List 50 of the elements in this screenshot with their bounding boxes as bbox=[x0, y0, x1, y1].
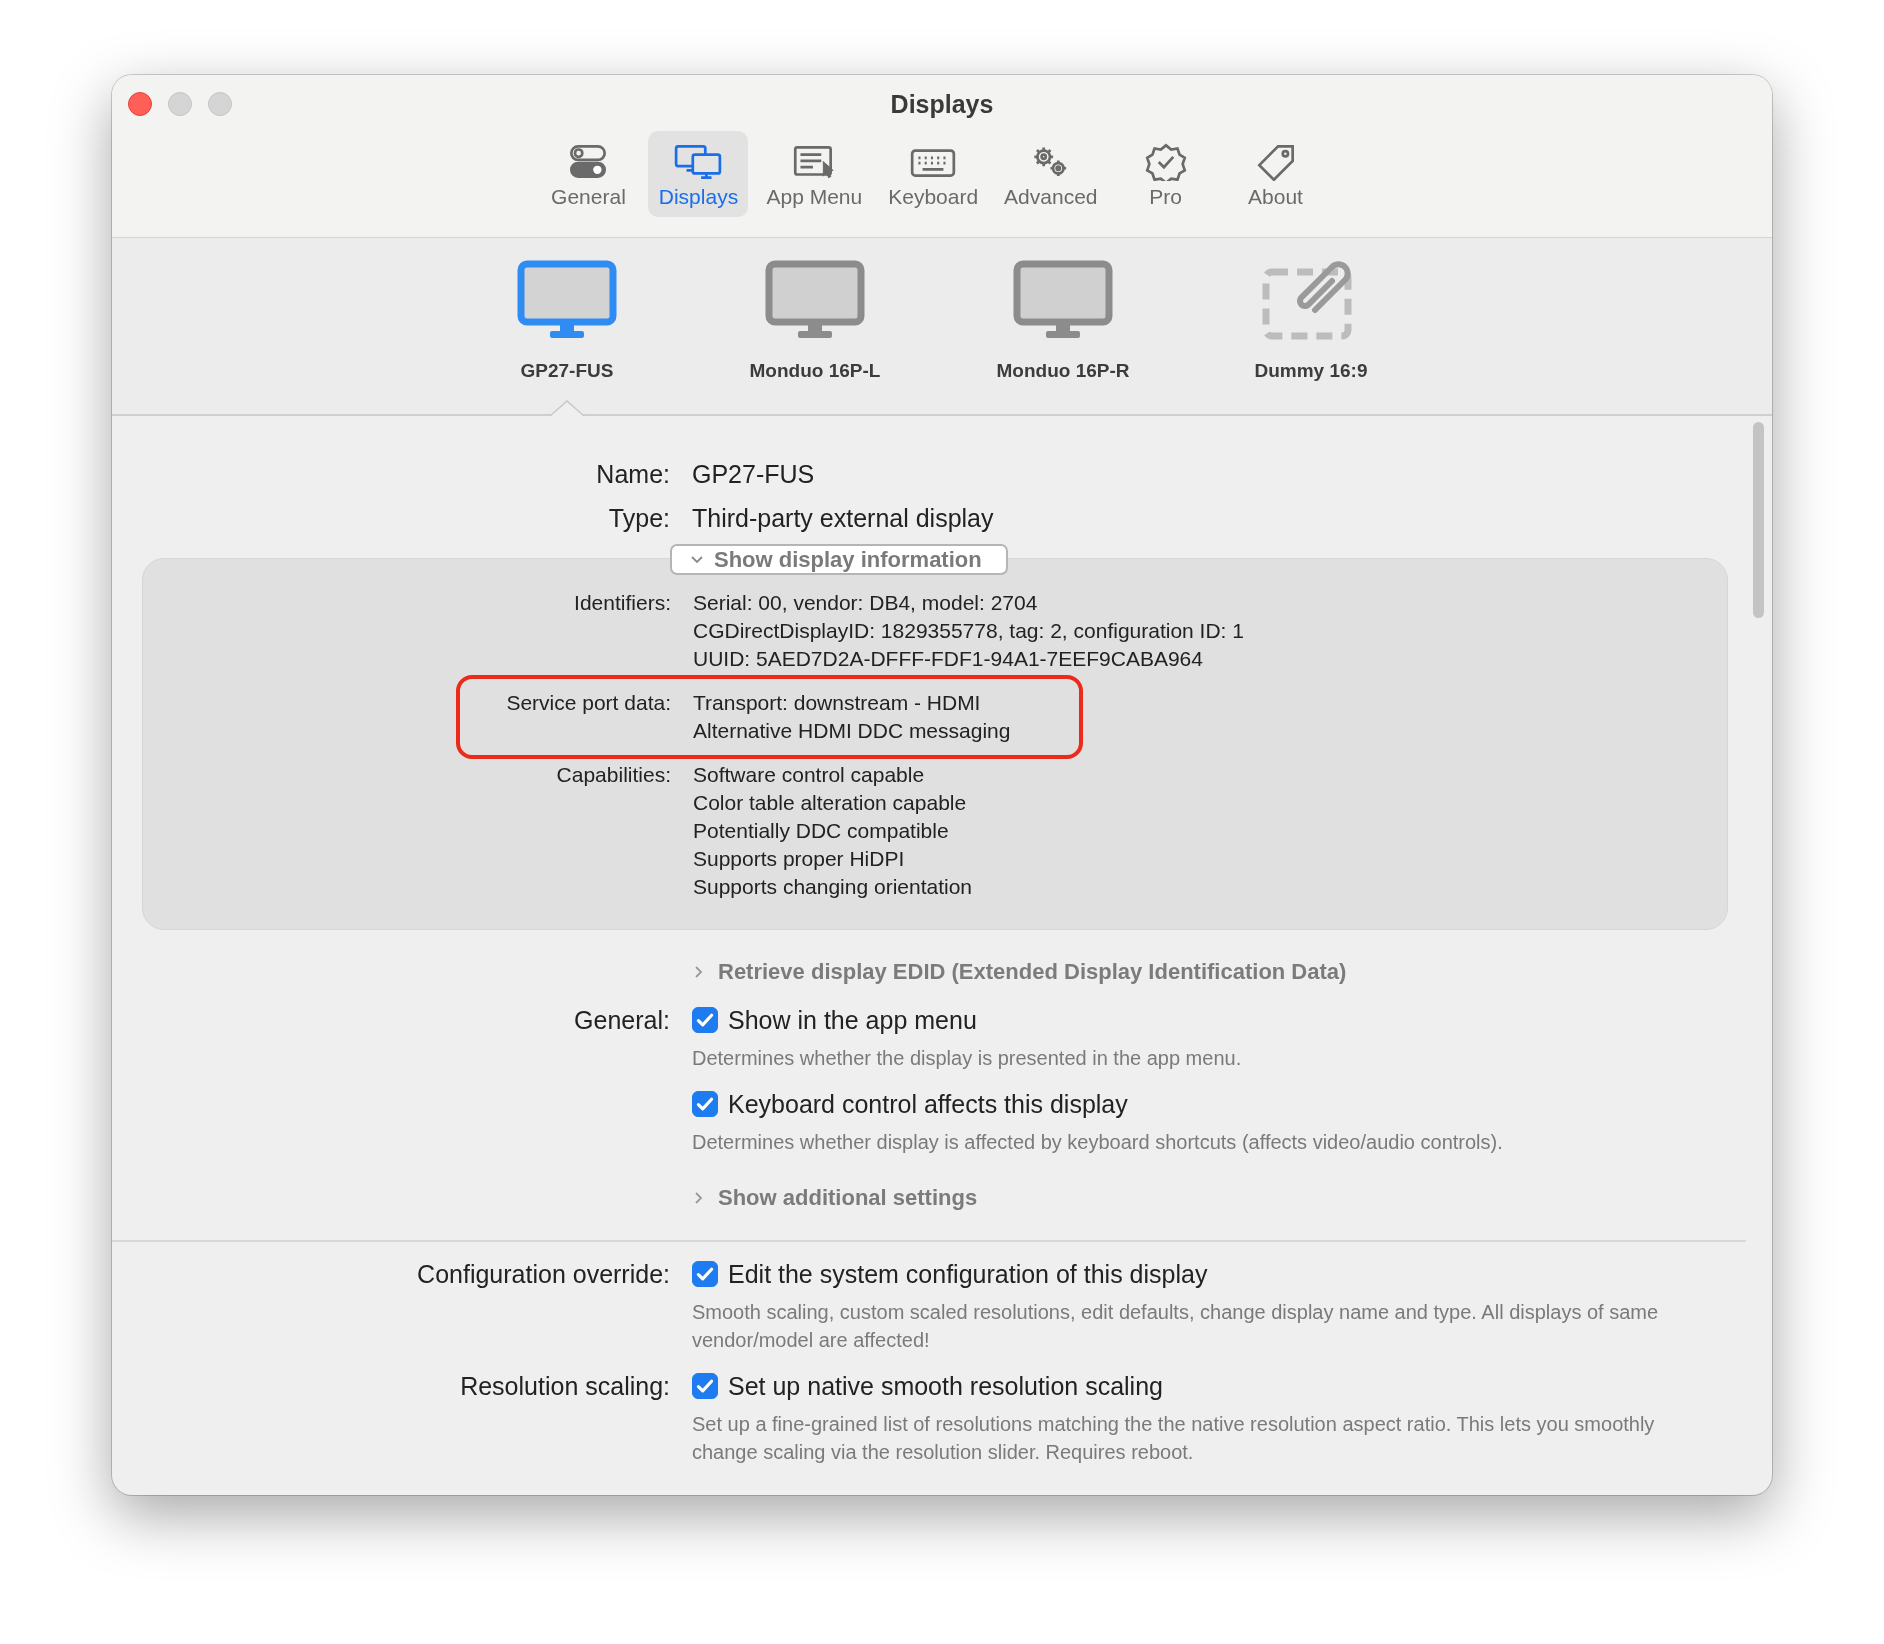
toolbar-tab[interactable]: General bbox=[538, 131, 639, 217]
info-value: Supports proper HiDPI bbox=[693, 846, 905, 872]
display-item[interactable]: Dummy 16:9 bbox=[1231, 238, 1391, 414]
field-label: Type: bbox=[607, 503, 670, 534]
display-item[interactable]: Monduo 16P-L bbox=[735, 238, 895, 414]
checkbox-box[interactable] bbox=[692, 1373, 718, 1399]
setting-label: Resolution scaling: bbox=[460, 1372, 670, 1400]
display-item[interactable]: Monduo 16P-R bbox=[983, 238, 1143, 414]
display-item[interactable]: GP27-FUS bbox=[487, 238, 647, 414]
setting-description: Smooth scaling, custom scaled resolutions, edit defaults, change display name and type. All displays of same vendor/model are affected! bbox=[692, 1300, 1660, 1353]
checkbox-box[interactable] bbox=[692, 1007, 718, 1033]
checkbox[interactable]: Keyboard control affects this display bbox=[692, 1086, 1128, 1122]
toolbar-tab[interactable]: Keyboard bbox=[880, 131, 987, 217]
toolbar-tab[interactable]: About bbox=[1225, 131, 1326, 217]
info-value: Transport: downstream - HDMI bbox=[693, 690, 981, 716]
info-value: Color table alteration capable bbox=[693, 790, 967, 816]
disclosure-button[interactable]: Retrieve display EDID (Extended Display Identification Data) bbox=[692, 956, 1347, 988]
setting-description: Set up a fine-grained list of resolutions matching the the native resolution aspect ratio. This lets you smoothly change scaling via the resolution slider. Requires reboot. bbox=[692, 1412, 1656, 1465]
checkbox[interactable]: Set up native smooth resolution scaling bbox=[692, 1368, 1163, 1404]
setting-description: Determines whether the display is presented in the app menu. bbox=[692, 1046, 1243, 1071]
checkbox-box[interactable] bbox=[692, 1091, 718, 1117]
window-title: Displays bbox=[890, 89, 994, 119]
disclosure-button[interactable]: Show display information bbox=[670, 544, 1008, 575]
info-value: Supports changing orientation bbox=[693, 874, 973, 900]
info-value: CGDirectDisplayID: 1829355778, tag: 2, configuration ID: 1 bbox=[693, 618, 1244, 644]
info-value: Software control capable bbox=[693, 762, 925, 788]
setting-label: General: bbox=[574, 1006, 670, 1034]
field-value: GP27-FUS bbox=[692, 459, 816, 490]
info-value: UUID: 5AED7D2A-DFFF-FDF1-94A1-7EEF9CABA964 bbox=[693, 646, 1203, 672]
info-label: Identifiers: bbox=[573, 590, 671, 616]
field-label: Name: bbox=[595, 459, 670, 490]
info-value: Serial: 00, vendor: DB4, model: 2704 bbox=[693, 590, 1038, 616]
close-button[interactable] bbox=[128, 92, 152, 116]
displays-icon bbox=[673, 143, 724, 181]
toolbar-tab[interactable]: Pro bbox=[1115, 131, 1216, 217]
checkbox[interactable]: Edit the system configuration of this display bbox=[692, 1256, 1208, 1292]
scrollbar-thumb[interactable] bbox=[1753, 422, 1764, 618]
setting-description: Determines whether display is affected by keyboard shortcuts (affects video/audio controls). bbox=[692, 1130, 1504, 1155]
checkbox[interactable]: Show in the app menu bbox=[692, 1002, 977, 1038]
checkbox-box[interactable] bbox=[692, 1261, 718, 1287]
info-label: Capabilities: bbox=[555, 762, 671, 788]
toolbar-tab[interactable]: Displays bbox=[648, 131, 749, 217]
toolbar-tab[interactable]: Advanced bbox=[996, 131, 1106, 217]
setting-label: Configuration override: bbox=[417, 1260, 670, 1288]
info-value: Potentially DDC compatible bbox=[693, 818, 949, 844]
toolbar-tab[interactable]: App Menu bbox=[758, 131, 871, 217]
info-label: Service port data: bbox=[505, 690, 671, 716]
info-value: Alternative HDMI DDC messaging bbox=[693, 718, 1011, 744]
disclosure-button[interactable]: Show additional settings bbox=[692, 1182, 978, 1214]
field-value: Third-party external display bbox=[692, 503, 995, 534]
